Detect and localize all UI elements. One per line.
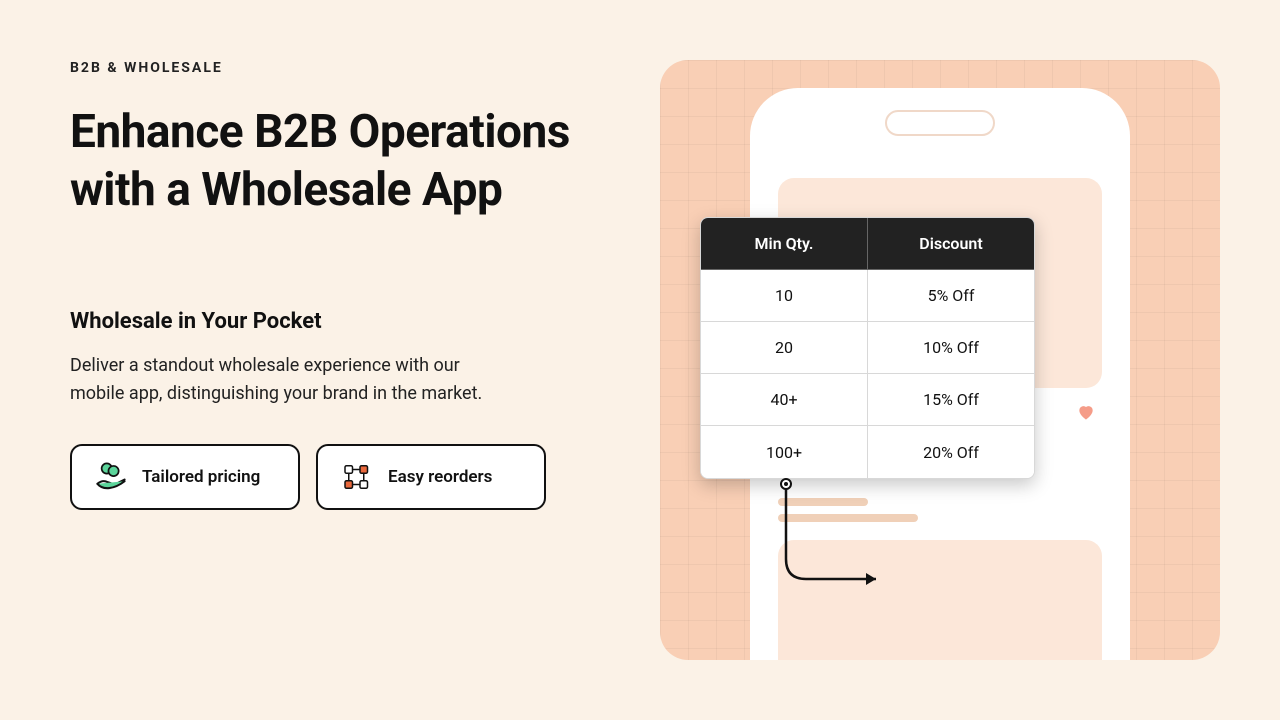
feature-pill-label: Tailored pricing — [142, 467, 260, 487]
left-column: B2B & WHOLESALE Enhance B2B Operations w… — [70, 60, 590, 660]
subheadline: Wholesale in Your Pocket — [70, 309, 590, 334]
cell-qty: 10 — [701, 270, 868, 322]
cell-discount: 15% Off — [868, 374, 1034, 426]
table-row: 10 5% Off — [701, 270, 1034, 322]
placeholder-line — [778, 498, 868, 506]
table-row: 100+ 20% Off — [701, 426, 1034, 478]
body-copy: Deliver a standout wholesale experience … — [70, 352, 500, 408]
placeholder-line — [778, 514, 918, 522]
cell-qty: 100+ — [701, 426, 868, 478]
feature-pill-easy-reorders: Easy reorders — [316, 444, 546, 510]
table-header-qty: Min Qty. — [701, 218, 868, 270]
phone-notch — [885, 110, 995, 136]
illustration-card: Min Qty. Discount 10 5% Off 20 10% Off 4… — [660, 60, 1220, 660]
discount-table: Min Qty. Discount 10 5% Off 20 10% Off 4… — [700, 217, 1035, 479]
placeholder-block — [778, 540, 1102, 660]
eyebrow: B2B & WHOLESALE — [70, 60, 590, 76]
hand-coins-icon — [94, 460, 128, 494]
cell-discount: 10% Off — [868, 322, 1034, 374]
feature-pill-row: Tailored pricing Easy reorders — [70, 444, 590, 510]
cell-qty: 40+ — [701, 374, 868, 426]
table-row: 40+ 15% Off — [701, 374, 1034, 426]
cell-qty: 20 — [701, 322, 868, 374]
reorder-nodes-icon — [340, 460, 374, 494]
cell-discount: 20% Off — [868, 426, 1034, 478]
cell-discount: 5% Off — [868, 270, 1034, 322]
heart-icon — [1076, 402, 1096, 422]
right-column: Min Qty. Discount 10 5% Off 20 10% Off 4… — [630, 60, 1220, 660]
feature-pill-tailored-pricing: Tailored pricing — [70, 444, 300, 510]
table-header-discount: Discount — [868, 218, 1034, 270]
feature-pill-label: Easy reorders — [388, 467, 492, 487]
table-header-row: Min Qty. Discount — [701, 218, 1034, 270]
table-row: 20 10% Off — [701, 322, 1034, 374]
headline: Enhance B2B Operations with a Wholesale … — [70, 104, 590, 219]
page: B2B & WHOLESALE Enhance B2B Operations w… — [0, 0, 1280, 720]
